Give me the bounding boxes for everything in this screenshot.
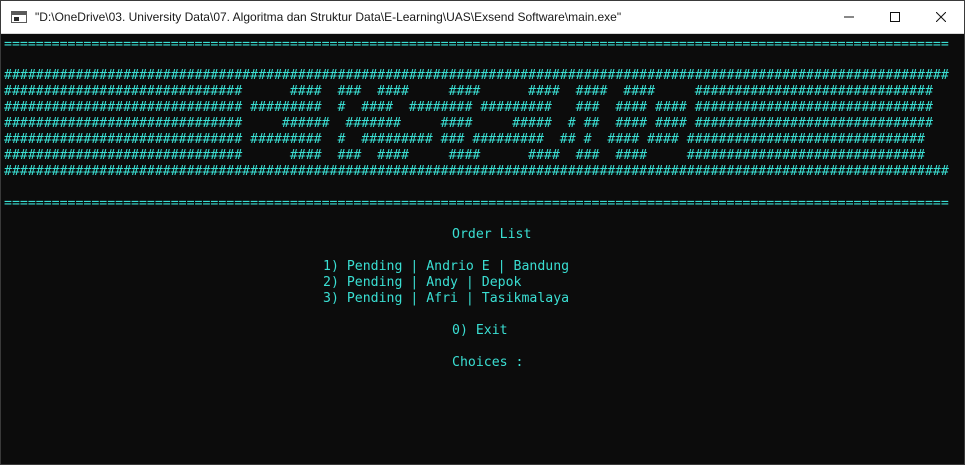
banner-line: ########################################…: [4, 164, 949, 179]
banner-line: ########################################…: [4, 68, 949, 83]
console-app-icon[interactable]: [11, 11, 27, 23]
close-icon: [936, 12, 946, 22]
minimize-icon: [844, 16, 854, 18]
exit-option: 0) Exit: [452, 323, 508, 338]
order-item: 2) Pending | Andy | Depok: [323, 275, 522, 290]
console-output[interactable]: ========================================…: [1, 34, 964, 464]
order-item: 3) Pending | Afri | Tasikmalaya: [323, 291, 570, 306]
window-title: "D:\OneDrive\03. University Data\07. Alg…: [35, 10, 622, 24]
choices-prompt: Choices :: [452, 355, 524, 370]
window-controls: [826, 1, 964, 34]
banner-line: ############################## #### ### …: [4, 148, 925, 163]
order-item: 1) Pending | Andrio E | Bandung: [323, 259, 570, 274]
minimize-button[interactable]: [826, 1, 872, 34]
maximize-button[interactable]: [872, 1, 918, 34]
separator-top: ========================================…: [4, 37, 949, 52]
maximize-icon: [890, 12, 900, 22]
title-bar[interactable]: "D:\OneDrive\03. University Data\07. Alg…: [1, 1, 964, 34]
order-list-heading: Order List: [452, 227, 532, 242]
banner-line: ############################## #########…: [4, 132, 925, 147]
banner-line: ############################## #### ### …: [4, 84, 933, 99]
separator-bottom: ========================================…: [4, 196, 949, 211]
close-button[interactable]: [918, 1, 964, 34]
console-window: "D:\OneDrive\03. University Data\07. Alg…: [0, 0, 965, 465]
banner-line: ############################## #########…: [4, 100, 933, 115]
banner-line: ############################## ###### ##…: [4, 116, 933, 131]
